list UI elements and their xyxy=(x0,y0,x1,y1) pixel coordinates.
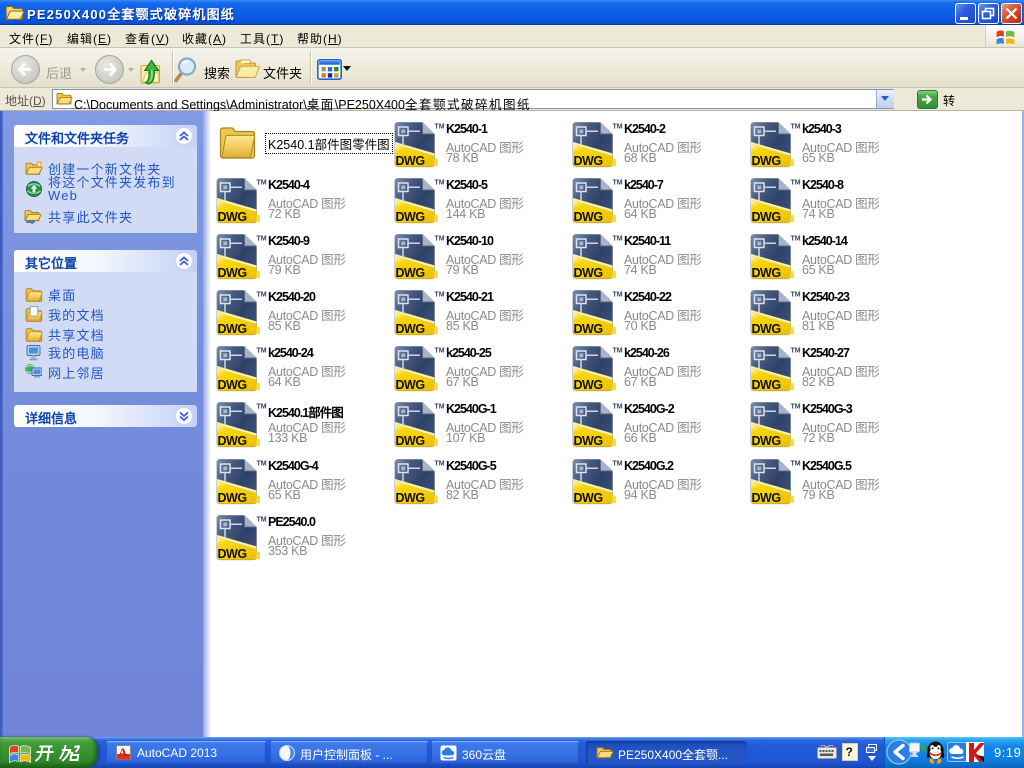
svg-text:A: A xyxy=(119,745,128,759)
